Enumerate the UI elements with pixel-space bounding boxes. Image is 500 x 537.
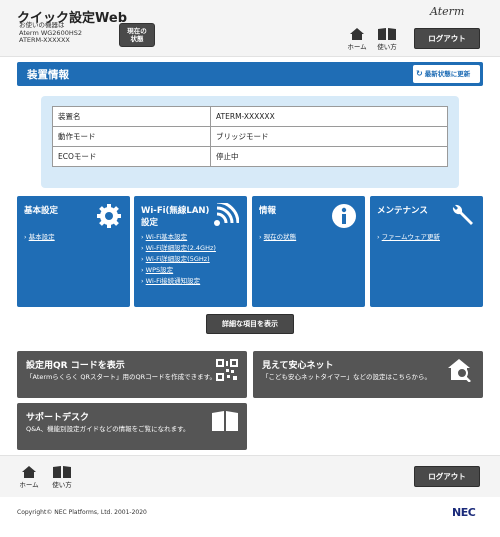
home-link[interactable]: ホーム	[345, 27, 369, 51]
footer-manual-link[interactable]: 使い方	[49, 465, 75, 489]
footer-nav: ホーム 使い方 ログアウト	[0, 455, 500, 497]
manual-link[interactable]: 使い方	[374, 27, 400, 51]
logout-label: ログアウト	[428, 472, 466, 481]
feature-title: サポートデスク	[26, 413, 90, 423]
tile-title: メンテナンス	[377, 206, 428, 216]
manual-label: 使い方	[377, 43, 397, 51]
copyright: Copyright© NEC Platforms, Ltd. 2001-2020	[17, 509, 147, 516]
table-row: 動作モード ブリッジモード	[52, 126, 448, 147]
footer-logout-button[interactable]: ログアウト	[414, 466, 480, 487]
tile-wifi-settings: Wi-Fi(無線LAN) 設定 › Wi-Fi基本設定 › Wi-Fi詳細設定(…	[134, 196, 247, 307]
refresh-label: 最新状態に更新	[424, 70, 471, 78]
footer-home-link[interactable]: ホーム	[17, 465, 41, 489]
info-key: 装置名	[52, 106, 211, 127]
feature-title: 設定用QR コードを表示	[26, 361, 125, 371]
feature-desc: Q&A、機能別設定ガイドなどの情報をご覧になれます。	[26, 425, 190, 433]
tile-links: › 現在の状態	[259, 232, 296, 243]
tile-links: › Wi-Fi基本設定 › Wi-Fi詳細設定(2.4GHz) › Wi-Fi詳…	[141, 232, 216, 287]
current-status-button-label: 現在の 状態	[127, 27, 147, 43]
support-desk-box[interactable]: サポートデスク Q&A、機能別設定ガイドなどの情報をご覧になれます。	[17, 403, 247, 450]
home-search-icon	[448, 359, 471, 382]
tile-link[interactable]: › 現在の状態	[259, 232, 296, 243]
book-icon	[53, 466, 71, 478]
wifi-icon	[214, 203, 239, 226]
section-title: 装置情報	[27, 69, 69, 81]
header: クイック設定Web お使いの機器は Aterm WG2600HS2 ATERM-…	[0, 0, 500, 57]
aterm-logo: Aterm	[430, 5, 465, 18]
qr-code-icon	[216, 359, 238, 381]
home-icon	[350, 28, 364, 40]
info-key: ECOモード	[52, 146, 211, 167]
mieru-anshin-net-box[interactable]: 見えて安心ネット 「こども安心ネットタイマー」などの設定はこちらから。	[253, 351, 483, 398]
device-info-lines: お使いの機器は Aterm WG2600HS2 ATERM-XXXXXX	[19, 21, 82, 45]
show-details-button[interactable]: 詳細な項目を表示	[206, 314, 294, 334]
tile-link[interactable]: › ファームウェア更新	[377, 232, 440, 243]
device-info-panel: 装置名 ATERM-XXXXXX 動作モード ブリッジモード ECOモード 停止…	[41, 96, 459, 188]
tile-link[interactable]: › WPS設定	[141, 265, 216, 276]
device-name: ATERM-XXXXXX	[19, 36, 70, 44]
tile-links: › 基本設定	[24, 232, 55, 243]
nec-logo: NEC	[452, 506, 476, 519]
table-row: ECOモード 停止中	[52, 146, 448, 167]
info-key: 動作モード	[52, 126, 211, 147]
book-icon	[212, 411, 238, 431]
section-bar: 装置情報 ↻ 最新状態に更新	[17, 62, 483, 86]
home-icon	[22, 466, 36, 478]
tile-link[interactable]: › 基本設定	[24, 232, 55, 243]
device-info-table: 装置名 ATERM-XXXXXX 動作モード ブリッジモード ECOモード 停止…	[52, 106, 448, 167]
tile-link[interactable]: › Wi-Fi詳細設定(2.4GHz)	[141, 243, 216, 254]
tile-title: Wi-Fi(無線LAN) 設定	[141, 206, 210, 228]
refresh-icon: ↻	[416, 69, 423, 78]
feature-desc: 「Atermらくらく QRスタート」用のQRコードを作成できます。	[26, 373, 216, 381]
home-label: ホーム	[347, 43, 367, 51]
book-icon	[378, 28, 396, 40]
feature-title: 見えて安心ネット	[262, 361, 334, 371]
refresh-button[interactable]: ↻ 最新状態に更新	[413, 65, 480, 83]
logout-label: ログアウト	[428, 34, 466, 43]
table-row: 装置名 ATERM-XXXXXX	[52, 106, 448, 127]
wrench-icon	[452, 204, 473, 225]
info-icon	[332, 204, 356, 228]
manual-label: 使い方	[52, 481, 72, 489]
logout-button[interactable]: ログアウト	[414, 28, 480, 49]
tile-title: 情報	[259, 206, 277, 216]
tile-title: 基本設定	[24, 206, 59, 216]
show-details-label: 詳細な項目を表示	[222, 320, 278, 328]
tile-links: › ファームウェア更新	[377, 232, 440, 243]
tile-basic-settings: 基本設定 › 基本設定	[17, 196, 130, 307]
tile-link[interactable]: › Wi-Fi接続通知設定	[141, 276, 216, 287]
feature-desc: 「こども安心ネットタイマー」などの設定はこちらから。	[262, 373, 431, 381]
current-status-button[interactable]: 現在の 状態	[119, 23, 155, 47]
qr-code-box[interactable]: 設定用QR コードを表示 「Atermらくらく QRスタート」用のQRコードを作…	[17, 351, 247, 398]
info-value: ブリッジモード	[210, 126, 448, 147]
info-value: 停止中	[210, 146, 448, 167]
tile-info: 情報 › 現在の状態	[252, 196, 365, 307]
home-label: ホーム	[19, 481, 39, 489]
info-value: ATERM-XXXXXX	[210, 106, 448, 127]
tile-link[interactable]: › Wi-Fi基本設定	[141, 232, 216, 243]
tile-link[interactable]: › Wi-Fi詳細設定(5GHz)	[141, 254, 216, 265]
tile-maintenance: メンテナンス › ファームウェア更新	[370, 196, 483, 307]
gear-icon	[97, 204, 121, 228]
